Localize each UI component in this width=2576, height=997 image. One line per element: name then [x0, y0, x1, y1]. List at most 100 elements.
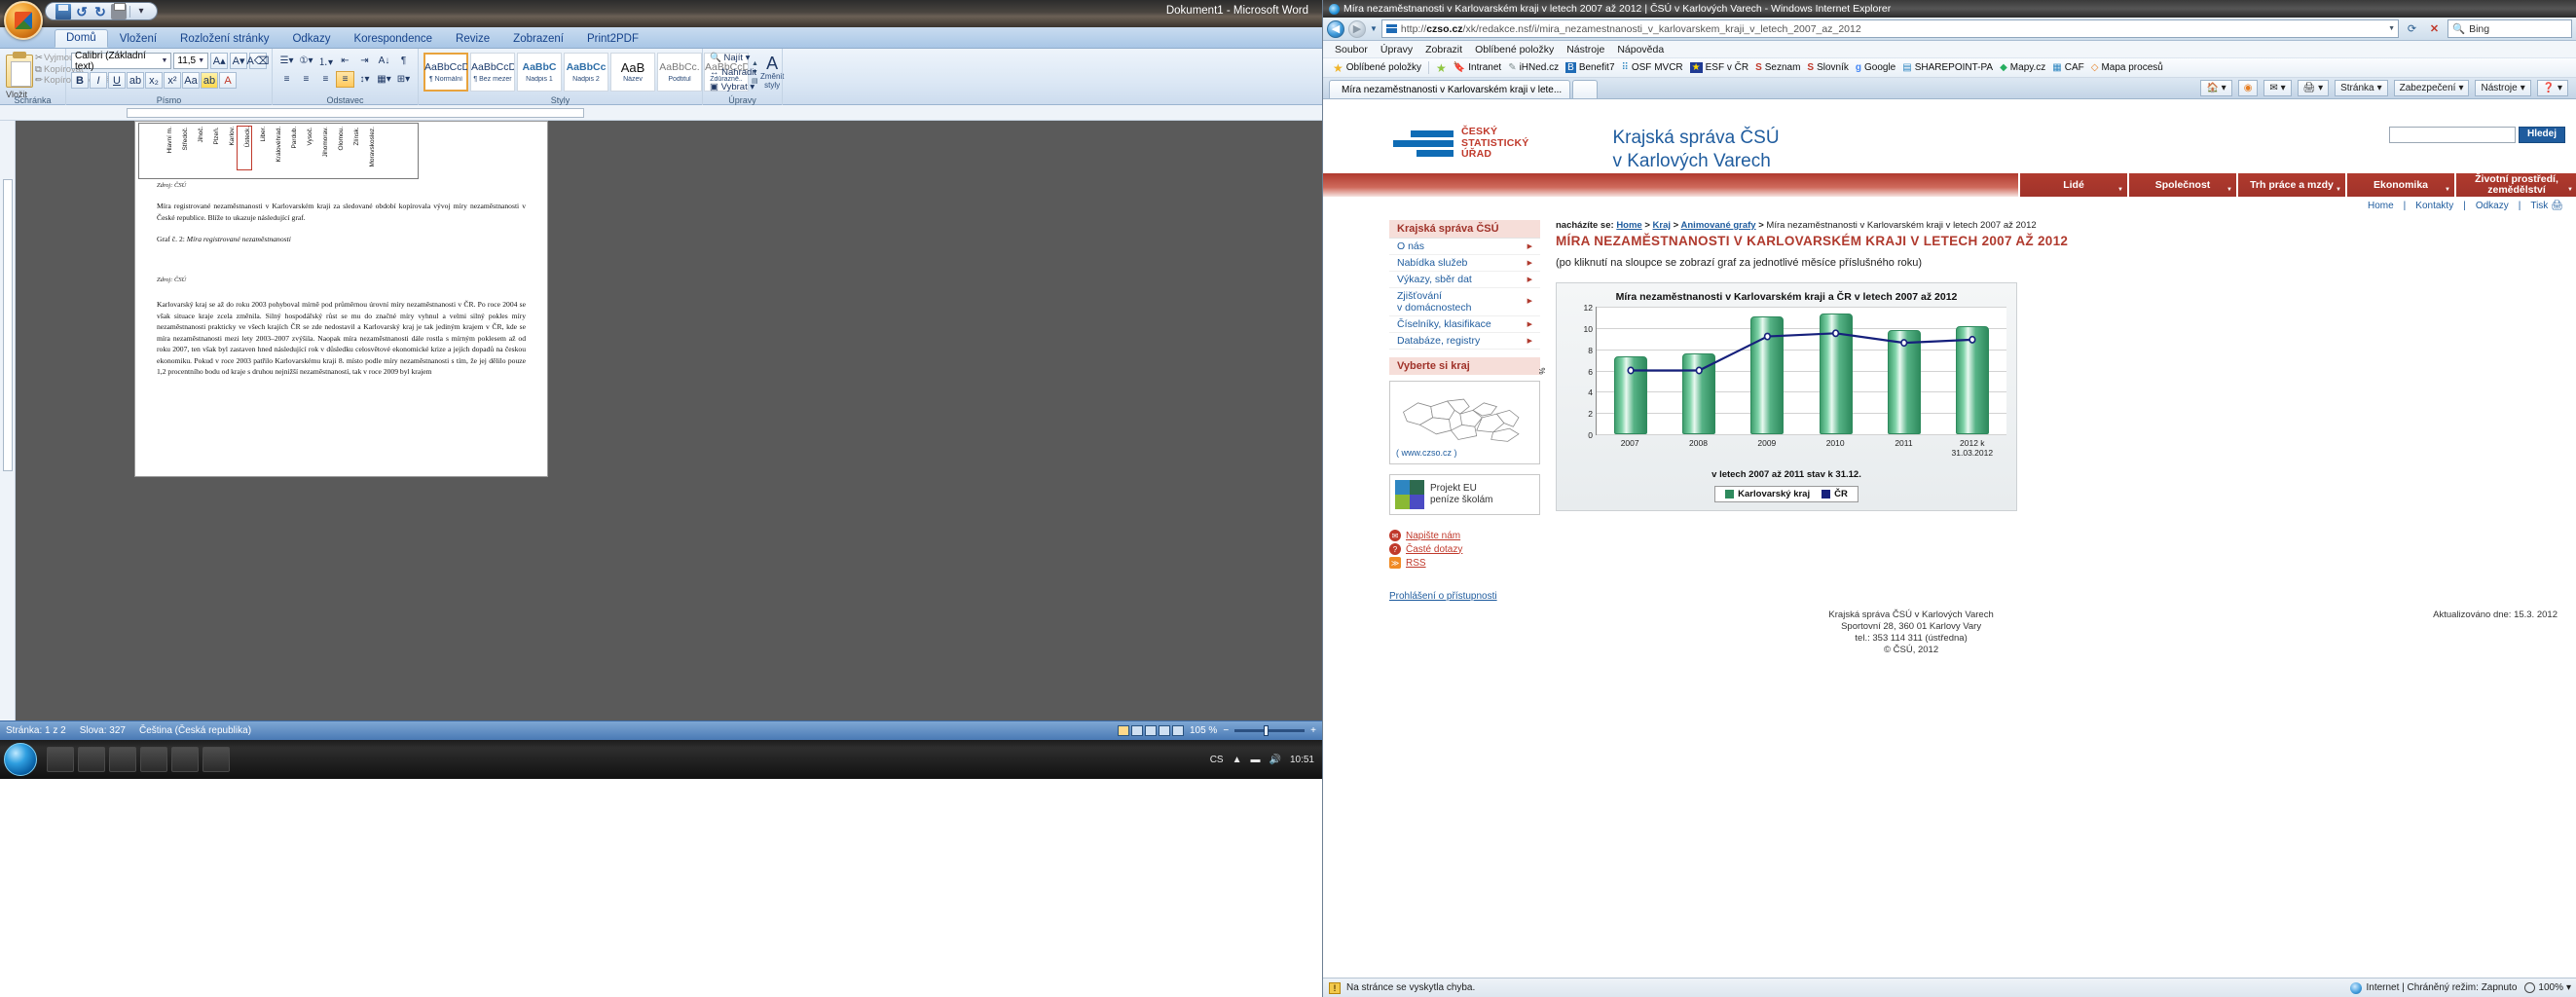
borders-icon[interactable]: ⊞▾	[394, 71, 413, 88]
fav-mapa-procesu[interactable]: ◇ Mapa procesů	[2091, 62, 2163, 73]
taskbar-item-1[interactable]	[47, 747, 74, 772]
fav-caf[interactable]: ▦ CAF	[2052, 62, 2083, 73]
tray-language[interactable]: CS	[1210, 755, 1224, 765]
grow-font-icon[interactable]: A▴	[210, 53, 229, 69]
multilevel-list-icon[interactable]: ⒈▾	[316, 53, 335, 69]
help-icon[interactable]: ❓ ▾	[2536, 80, 2568, 96]
font-size-combo[interactable]: 11,5 ▼	[173, 53, 209, 69]
align-left-icon[interactable]: ≡	[277, 71, 296, 88]
replace-button[interactable]: ↔ Nahradit	[708, 65, 777, 80]
ribbon-tab-mailings[interactable]: Korespondence	[342, 30, 444, 48]
qat-customize-icon[interactable]: ▾	[133, 4, 149, 19]
tools-menu-button[interactable]: Nástroje ▾	[2475, 80, 2531, 96]
style-no-spacing[interactable]: AaBbCcDc ¶ Bez mezer	[470, 53, 515, 92]
security-zone[interactable]: Internet | Chráněný režim: Zapnuto	[2350, 981, 2517, 994]
shading-icon[interactable]: ▦▾	[375, 71, 393, 88]
breadcrumb-animovane-grafy[interactable]: Animované grafy	[1681, 220, 1756, 231]
strikethrough-icon[interactable]: ab	[127, 72, 144, 89]
fullscreen-view-icon[interactable]	[1130, 725, 1143, 736]
ribbon-tab-references[interactable]: Odkazy	[280, 30, 342, 48]
fav-google[interactable]: g Google	[1856, 62, 1895, 73]
menu-oblibene-polozky[interactable]: Oblíbené položky	[1475, 44, 1554, 55]
underline-icon[interactable]: U	[108, 72, 126, 89]
sidebar-item-o-nas[interactable]: O nás ▶	[1389, 239, 1540, 255]
region-map-box[interactable]: ( www.czso.cz )	[1389, 381, 1540, 464]
print-icon[interactable]: 🖨 ▾	[2297, 80, 2330, 96]
taskbar-item-2[interactable]	[78, 747, 105, 772]
favorites-button[interactable]: ★ Oblíbené položky	[1333, 61, 1421, 75]
sidebar-item-databaze-registry[interactable]: Databáze, registry ▶	[1389, 333, 1540, 350]
address-bar[interactable]: http://czso.cz/xk/redakce.nsf/i/mira_nez…	[1380, 19, 2399, 38]
style-heading1[interactable]: AaBbC Nadpis 1	[517, 53, 562, 92]
tray-arrow-icon[interactable]: ▲	[1233, 755, 1242, 765]
menu-napoveda[interactable]: Nápověda	[1617, 44, 1664, 55]
bullets-icon[interactable]: ☰▾	[277, 53, 296, 69]
taskbar-item-4[interactable]	[140, 747, 167, 772]
fav-benefit7[interactable]: B Benefit7	[1565, 62, 1615, 73]
taskbar-item-5[interactable]	[171, 747, 199, 772]
topnav-spolecnost[interactable]: Společnost	[2127, 173, 2236, 197]
increase-indent-icon[interactable]: ⇥	[355, 53, 374, 69]
print-icon[interactable]	[111, 2, 127, 19]
decrease-indent-icon[interactable]: ⇤	[336, 53, 354, 69]
menu-nastroje[interactable]: Nástroje	[1566, 44, 1604, 55]
font-name-combo[interactable]: Calibri (Základní text) ▼	[71, 51, 172, 72]
contact-rss[interactable]: ≫ RSS	[1389, 556, 1540, 570]
fav-intranet[interactable]: 🔖 Intranet	[1454, 62, 1501, 73]
taskbar-item-3[interactable]	[109, 747, 136, 772]
recent-pages-chevron-icon[interactable]: ▼	[1370, 24, 1378, 33]
search-input[interactable]: 🔍 Bing	[2447, 19, 2572, 38]
align-right-icon[interactable]: ≡	[316, 71, 335, 88]
outline-view-icon[interactable]	[1158, 725, 1170, 736]
style-heading2[interactable]: AaBbCc Nadpis 2	[564, 53, 608, 92]
paste-icon[interactable]	[6, 52, 33, 88]
undo-icon[interactable]: ↺	[74, 4, 90, 19]
site-search-input[interactable]	[2388, 127, 2516, 143]
style-normal[interactable]: AaBbCcDc ¶ Normální	[423, 53, 468, 92]
contact-caste-dotazy[interactable]: ? Časté dotazy	[1389, 542, 1540, 556]
topnav-zivotni-prostredi[interactable]: Životní prostředí, zemědělství	[2454, 173, 2576, 197]
show-marks-icon[interactable]: ¶	[394, 53, 413, 69]
contact-napiste-nam[interactable]: ✉ Napište nám	[1389, 529, 1540, 542]
italic-icon[interactable]: I	[90, 72, 107, 89]
menu-upravy[interactable]: Úpravy	[1380, 44, 1413, 55]
superscript-icon[interactable]: x²	[164, 72, 181, 89]
ie-tab-active[interactable]: Míra nezaměstnanosti v Karlovarském kraj…	[1329, 80, 1571, 98]
vertical-ruler[interactable]	[0, 121, 16, 775]
ribbon-tab-pagelayout[interactable]: Rozložení stránky	[168, 30, 280, 48]
csu-logo[interactable]: ČESKÝ STATISTICKÝ ÚŘAD	[1393, 126, 1528, 161]
home-icon[interactable]: 🏠 ▾	[2200, 80, 2232, 96]
align-center-icon[interactable]: ≡	[297, 71, 315, 88]
bold-icon[interactable]: B	[71, 72, 89, 89]
line-spacing-icon[interactable]: ↕▾	[355, 71, 374, 88]
sort-icon[interactable]: A↓	[375, 53, 393, 69]
fav-seznam[interactable]: S Seznam	[1755, 62, 1800, 73]
office-button-icon[interactable]	[4, 1, 43, 40]
utilnav-kontakty[interactable]: Kontakty	[2415, 201, 2453, 211]
web-layout-view-icon[interactable]	[1144, 725, 1157, 736]
fav-ihned[interactable]: ✎ iHNed.cz	[1508, 62, 1559, 73]
embedded-mini-chart[interactable]: Hlavní m. Středoč. Jihoč. Plzeň. Karlov.…	[138, 123, 419, 179]
numbering-icon[interactable]: ①▾	[297, 53, 315, 69]
ribbon-tab-view[interactable]: Zobrazení	[501, 30, 575, 48]
stop-icon[interactable]: ✕	[2425, 19, 2444, 38]
draft-view-icon[interactable]	[1171, 725, 1184, 736]
utilnav-tisk[interactable]: Tisk 🖨	[2530, 201, 2563, 211]
find-button[interactable]: 🔍 Najít ▾	[708, 51, 777, 65]
utilnav-odkazy[interactable]: Odkazy	[2476, 201, 2509, 211]
ribbon-tab-review[interactable]: Revize	[444, 30, 501, 48]
eu-project-box[interactable]: Projekt EU peníze školám	[1389, 474, 1540, 515]
clear-formatting-icon[interactable]: A⌫	[247, 53, 269, 69]
map-source-link[interactable]: ( www.czso.cz )	[1396, 448, 1533, 458]
add-to-favorites-icon[interactable]: ★	[1436, 61, 1447, 75]
mail-icon[interactable]: ✉ ▾	[2263, 80, 2292, 96]
select-button[interactable]: ▣ Vybrat ▾	[708, 80, 777, 94]
unemployment-chart[interactable]: Míra nezaměstnanosti v Karlovarském kraj…	[1538, 282, 2017, 511]
new-tab-button[interactable]	[1572, 80, 1599, 98]
style-title[interactable]: AaB Název	[610, 53, 655, 92]
text-highlight-icon[interactable]: ab	[201, 72, 218, 89]
back-icon[interactable]: ◀	[1327, 19, 1344, 38]
font-color-icon[interactable]: A	[219, 72, 237, 89]
page-menu-button[interactable]: Stránka ▾	[2335, 80, 2388, 96]
breadcrumb-kraj[interactable]: Kraj	[1653, 220, 1671, 231]
